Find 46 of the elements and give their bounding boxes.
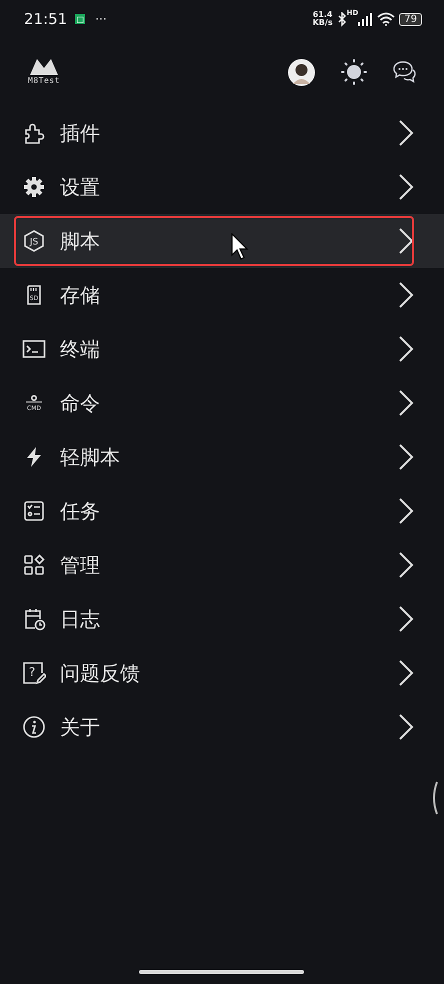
chevron-right-icon <box>398 119 414 147</box>
wifi-icon <box>377 12 396 26</box>
calendar-clock-icon <box>22 607 46 631</box>
menu-item[interactable]: 设置 <box>0 160 444 214</box>
chevron-right-icon <box>398 389 414 417</box>
net-speed: 61.4 <box>312 11 332 19</box>
chevron-right-icon <box>398 281 414 309</box>
battery-level: 79 <box>399 12 422 26</box>
menu-item[interactable]: 终端 <box>0 322 444 376</box>
chevron-right-icon <box>398 335 414 363</box>
grid-icon <box>22 553 46 577</box>
chevron-right-icon <box>398 551 414 579</box>
gear-icon <box>22 175 46 199</box>
brightness-icon[interactable] <box>341 59 367 85</box>
menu-item[interactable]: 轻脚本 <box>0 430 444 484</box>
menu-item[interactable]: 关于 <box>0 700 444 754</box>
chat-icon[interactable] <box>392 60 416 84</box>
clock-time: 21:51 <box>24 10 68 28</box>
menu-item[interactable]: 日志 <box>0 592 444 646</box>
terminal-icon <box>22 337 46 361</box>
mouse-cursor-icon <box>231 233 249 260</box>
notification-icon: □ <box>75 14 86 24</box>
more-notifications: ··· <box>95 12 107 26</box>
menu-item[interactable]: 插件 <box>0 106 444 160</box>
signal-icon <box>358 12 372 26</box>
bluetooth-icon <box>336 12 347 26</box>
net-speed-unit: KB/s <box>312 19 333 27</box>
info-icon <box>22 715 46 739</box>
avatar-icon[interactable] <box>288 58 315 86</box>
checklist-icon <box>22 499 46 523</box>
logo-icon <box>30 59 58 75</box>
menu-item[interactable]: 管理 <box>0 538 444 592</box>
menu-item[interactable]: JS 脚本 <box>0 214 444 268</box>
chevron-right-icon <box>398 227 414 255</box>
chevron-right-icon <box>398 173 414 201</box>
chevron-right-icon <box>398 497 414 525</box>
chevron-right-icon <box>398 659 414 687</box>
logo-text: M8Test <box>28 76 60 85</box>
puzzle-icon <box>22 121 46 145</box>
chevron-right-icon <box>398 605 414 633</box>
js-hexagon-icon: JS <box>22 229 46 253</box>
menu-item[interactable]: 任务 <box>0 484 444 538</box>
chevron-right-icon <box>398 443 414 471</box>
chevron-right-icon <box>398 713 414 741</box>
menu-item[interactable]: ? 问题反馈 <box>0 646 444 700</box>
edge-handle-icon[interactable] <box>430 780 438 816</box>
